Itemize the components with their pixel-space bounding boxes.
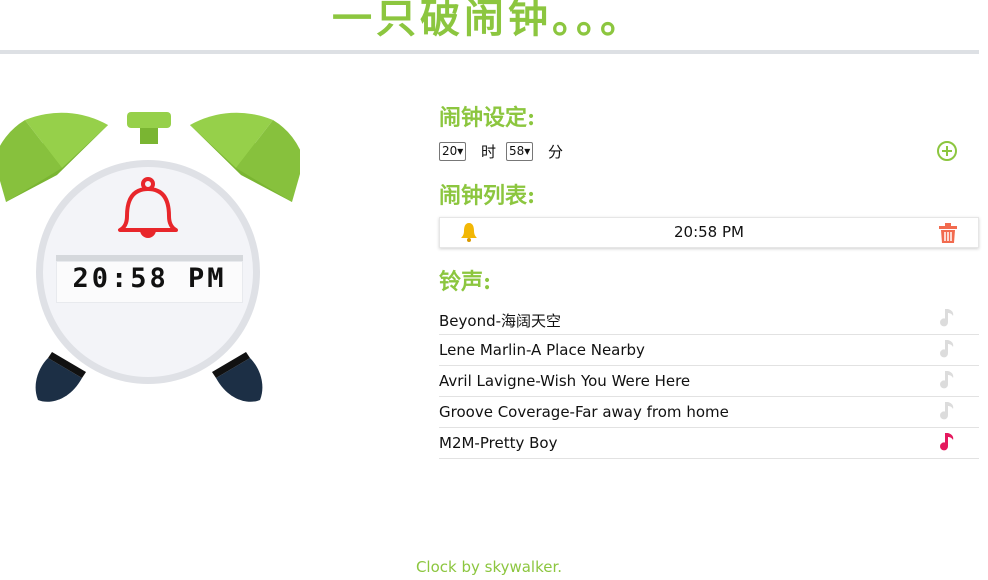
footer-credit: Clock by skywalker. xyxy=(415,558,563,576)
clock-handle xyxy=(127,112,171,128)
alarm-settings-row: 20▾ 时 58▾ 分 xyxy=(439,140,963,162)
ringtone-name: Avril Lavigne-Wish You Were Here xyxy=(439,372,691,390)
music-note-icon xyxy=(940,402,954,420)
ringtone-name: Beyond-海阔天空 xyxy=(439,312,562,330)
ringtone-item-selected[interactable]: M2M-Pretty Boy xyxy=(439,428,979,459)
ringtone-list: Beyond-海阔天空 Lene Marlin-A Place Nearby A… xyxy=(439,304,979,459)
ringtone-name: M2M-Pretty Boy xyxy=(439,434,558,452)
ringtone-item[interactable]: Avril Lavigne-Wish You Were Here xyxy=(439,366,979,397)
minute-unit-label: 分 xyxy=(548,143,564,161)
right-foot xyxy=(216,358,263,402)
title-divider xyxy=(0,50,979,54)
delete-alarm-button[interactable] xyxy=(938,222,958,244)
page-title: 一只破闹钟。。。 xyxy=(332,0,644,42)
ringtone-item[interactable]: Lene Marlin-A Place Nearby xyxy=(439,335,979,366)
music-note-icon xyxy=(940,371,954,389)
ringtone-title: 铃声: xyxy=(439,269,492,295)
alarm-time: 20:58 PM xyxy=(674,223,744,241)
ringtone-name: Lene Marlin-A Place Nearby xyxy=(439,341,645,359)
ringtone-name: Groove Coverage-Far away from home xyxy=(439,403,729,421)
music-note-active-icon xyxy=(940,433,954,451)
alarm-list-title: 闹钟列表: xyxy=(439,183,536,209)
minute-select[interactable]: 58▾ xyxy=(506,142,534,161)
music-note-icon xyxy=(940,340,954,358)
hour-select[interactable]: 20▾ xyxy=(439,142,467,161)
ringtone-item[interactable]: Beyond-海阔天空 xyxy=(439,304,979,335)
clock-display-time: 20:58 PM xyxy=(72,263,227,294)
clock-display: 20:58 PM xyxy=(56,255,243,303)
left-foot xyxy=(35,358,82,402)
music-note-icon xyxy=(940,309,954,327)
trash-icon xyxy=(939,223,957,243)
alarm-clock-illustration: 20:58 PM xyxy=(0,100,300,420)
alarm-settings-title: 闹钟设定: xyxy=(439,105,536,131)
alarm-list-item[interactable]: 20:58 PM xyxy=(439,217,979,248)
ringtone-item[interactable]: Groove Coverage-Far away from home xyxy=(439,397,979,428)
add-alarm-button[interactable] xyxy=(936,140,958,162)
hour-unit-label: 时 xyxy=(481,143,497,161)
